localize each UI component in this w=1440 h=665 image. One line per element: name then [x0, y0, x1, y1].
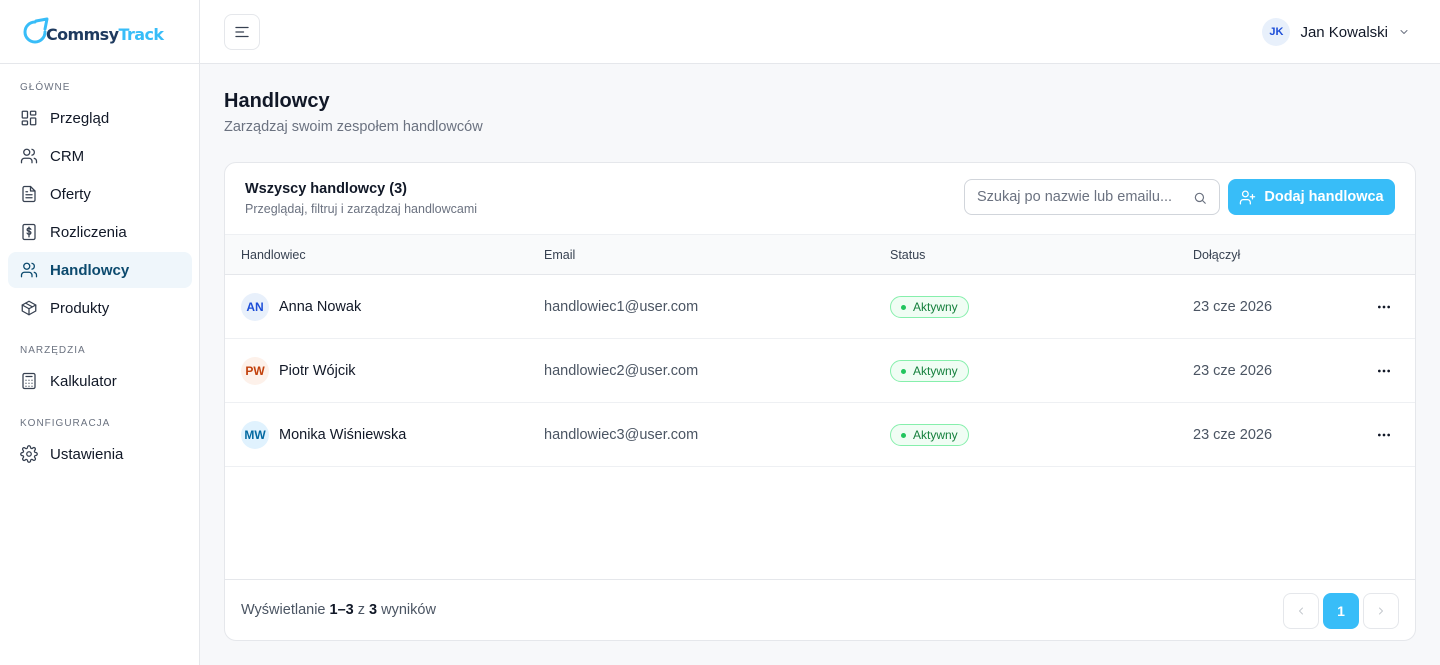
section-label-narzedzia: NARZĘDZIA — [20, 345, 86, 356]
status-badge: Aktywny — [890, 296, 969, 318]
more-horizontal-icon — [1378, 369, 1390, 373]
chevron-left-icon — [1299, 607, 1303, 615]
column-header-email[interactable]: Email — [544, 248, 575, 262]
avatar: MW — [241, 421, 269, 449]
table-footer: Wyświetlanie 1–3 z 3 wyników 1 — [225, 579, 1415, 640]
salesperson-cell: PW Piotr Wójcik — [241, 339, 356, 403]
calculator-icon — [20, 372, 38, 390]
sidebar-item-rozliczenia[interactable]: Rozliczenia — [8, 214, 192, 250]
salesperson-email: handlowiec1@user.com — [544, 299, 699, 315]
status-cell: Aktywny — [890, 339, 969, 403]
sidebar-item-przeglad[interactable]: Przegląd — [8, 100, 192, 136]
salesperson-name: Anna Nowak — [279, 299, 362, 315]
row-actions-button[interactable] — [1372, 423, 1396, 447]
status-cell: Aktywny — [890, 403, 969, 467]
more-horizontal-icon — [1378, 433, 1390, 437]
actions-cell — [1372, 275, 1396, 339]
column-header-joined[interactable]: Dołączył — [1193, 248, 1240, 262]
sidebar-item-label: Ustawienia — [50, 445, 124, 463]
sidebar-item-label: Kalkulator — [50, 372, 117, 390]
salespeople-card: Wszyscy handlowcy (3) Przeglądaj, filtru… — [224, 162, 1416, 641]
card-title: Wszyscy handlowcy (3) — [245, 181, 407, 197]
actions-cell — [1372, 339, 1396, 403]
logo-text: CommsyTrack — [46, 25, 164, 44]
grid-icon — [20, 109, 38, 127]
sidebar: CommsyTrack GŁÓWNE Przegląd CRM Oferty R… — [0, 0, 200, 665]
chevron-down-icon — [1400, 30, 1408, 34]
more-horizontal-icon — [1378, 305, 1390, 309]
search-icon — [1194, 192, 1206, 204]
status-dot-icon — [901, 432, 906, 438]
sidebar-item-oferty[interactable]: Oferty — [8, 176, 192, 212]
sidebar-item-label: Oferty — [50, 185, 91, 203]
actions-cell — [1372, 403, 1396, 467]
search-input[interactable] — [965, 180, 1185, 214]
table-row[interactable]: MW Monika Wiśniewska handlowiec3@user.co… — [225, 403, 1415, 467]
column-header-handlowiec[interactable]: Handlowiec — [241, 248, 306, 262]
search-box — [964, 179, 1220, 215]
joined-date: 23 cze 2026 — [1193, 299, 1273, 315]
user-plus-icon — [1240, 189, 1256, 205]
document-icon — [20, 185, 38, 203]
gear-icon — [20, 445, 38, 463]
sidebar-item-ustawienia[interactable]: Ustawienia — [8, 436, 192, 472]
table-row[interactable]: PW Piotr Wójcik handlowiec2@user.com Akt… — [225, 339, 1415, 403]
add-button-label: Dodaj handlowca — [1264, 189, 1384, 205]
status-dot-icon — [901, 368, 906, 374]
topbar: JK Jan Kowalski — [200, 0, 1440, 64]
box-icon — [20, 299, 38, 317]
salesperson-email: handlowiec2@user.com — [544, 363, 699, 379]
salesperson-name: Monika Wiśniewska — [279, 427, 407, 443]
row-actions-button[interactable] — [1372, 359, 1396, 383]
page-button-current[interactable]: 1 — [1323, 593, 1359, 629]
joined-date: 23 cze 2026 — [1193, 427, 1273, 443]
user-menu[interactable]: JK Jan Kowalski — [1262, 18, 1410, 46]
status-label: Aktywny — [913, 300, 958, 314]
team-icon — [20, 261, 38, 279]
chevron-right-icon — [1379, 607, 1383, 615]
salesperson-cell: MW Monika Wiśniewska — [241, 403, 406, 467]
sidebar-item-label: Rozliczenia — [50, 223, 127, 241]
users-icon — [20, 147, 38, 165]
status-label: Aktywny — [913, 428, 958, 442]
prev-page-button[interactable] — [1283, 593, 1319, 629]
avatar: AN — [241, 293, 269, 321]
column-header-status[interactable]: Status — [890, 248, 925, 262]
avatar: JK — [1262, 18, 1291, 46]
row-actions-button[interactable] — [1372, 295, 1396, 319]
sidebar-item-label: Przegląd — [50, 109, 110, 127]
sidebar-item-label: Produkty — [50, 299, 110, 317]
status-badge: Aktywny — [890, 424, 969, 446]
status-badge: Aktywny — [890, 360, 969, 382]
salesperson-email: handlowiec3@user.com — [544, 427, 699, 443]
add-salesperson-button[interactable]: Dodaj handlowca — [1228, 179, 1395, 215]
page-title: Handlowcy — [224, 90, 330, 112]
next-page-button[interactable] — [1363, 593, 1399, 629]
sidebar-item-crm[interactable]: CRM — [8, 138, 192, 174]
table-row[interactable]: AN Anna Nowak handlowiec1@user.com Aktyw… — [225, 275, 1415, 339]
card-subtitle: Przeglądaj, filtruj i zarządzaj handlowc… — [245, 202, 478, 216]
logo[interactable]: CommsyTrack — [0, 0, 199, 64]
sidebar-item-produkty[interactable]: Produkty — [8, 290, 192, 326]
section-label-konfiguracja: KONFIGURACJA — [20, 418, 111, 429]
menu-toggle-button[interactable] — [224, 14, 260, 50]
joined-date: 23 cze 2026 — [1193, 363, 1273, 379]
sidebar-item-label: CRM — [50, 147, 85, 165]
dollar-file-icon — [20, 223, 38, 241]
menu-icon — [235, 26, 249, 38]
sidebar-item-kalkulator[interactable]: Kalkulator — [8, 363, 192, 399]
status-label: Aktywny — [913, 364, 958, 378]
page-subtitle: Zarządzaj swoim zespołem handlowców — [224, 119, 483, 135]
salesperson-name: Piotr Wójcik — [279, 363, 356, 379]
salesperson-cell: AN Anna Nowak — [241, 275, 361, 339]
table-header: Handlowiec Email Status Dołączył — [225, 234, 1415, 275]
avatar: PW — [241, 357, 269, 385]
status-cell: Aktywny — [890, 275, 969, 339]
sidebar-item-label: Handlowcy — [50, 261, 130, 279]
user-name: Jan Kowalski — [1300, 23, 1388, 41]
section-label-glowne: GŁÓWNE — [20, 82, 71, 93]
status-dot-icon — [901, 304, 906, 310]
sidebar-item-handlowcy[interactable]: Handlowcy — [8, 252, 192, 288]
results-info: Wyświetlanie 1–3 z 3 wyników — [241, 602, 436, 618]
